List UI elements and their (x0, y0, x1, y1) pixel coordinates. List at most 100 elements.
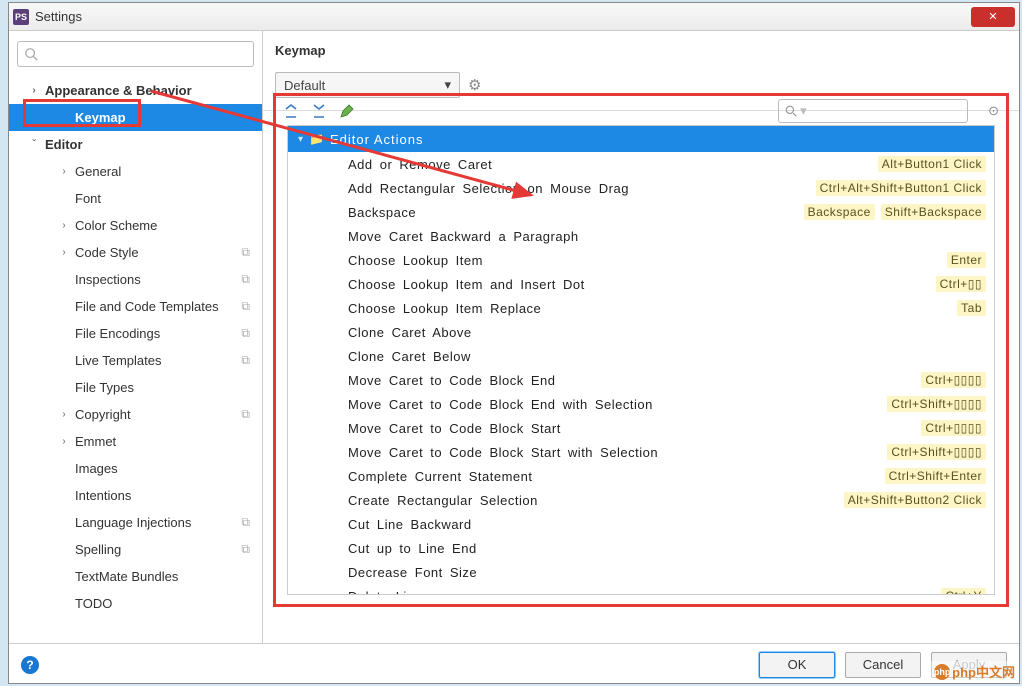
help-icon[interactable]: ? (21, 656, 39, 674)
action-name: Move Caret to Code Block End with Select… (348, 397, 887, 412)
sidebar-item-color-scheme[interactable]: ›Color Scheme (9, 212, 262, 239)
action-row[interactable]: Move Caret to Code Block End with Select… (288, 392, 994, 416)
sidebar-item-code-style[interactable]: ›Code Style⧉ (9, 239, 262, 266)
shortcuts: Ctrl+▯▯ (936, 276, 986, 292)
chevron-down-icon: ▾ (298, 134, 303, 145)
sidebar-item-label: File Encodings (75, 326, 160, 341)
scope-icon: ⧉ (241, 245, 250, 260)
expand-all-icon[interactable] (283, 103, 299, 119)
sidebar-item-label: Live Templates (75, 353, 161, 368)
collapse-all-icon[interactable] (311, 103, 327, 119)
action-row[interactable]: Clone Caret Below (288, 344, 994, 368)
find-action-by-shortcut-icon[interactable]: ⊙ (988, 103, 999, 119)
action-name: Cut Line Backward (348, 517, 986, 532)
shortcuts: Tab (957, 300, 986, 316)
action-row[interactable]: Cut Line Backward (288, 512, 994, 536)
action-row[interactable]: BackspaceBackspaceShift+Backspace (288, 200, 994, 224)
cancel-button[interactable]: Cancel (845, 652, 921, 678)
shortcut-badge: Backspace (804, 204, 875, 220)
sidebar-search-input[interactable] (17, 41, 254, 67)
action-name: Add or Remove Caret (348, 157, 878, 172)
sidebar-item-label: Spelling (75, 542, 121, 557)
settings-tree[interactable]: ›Appearance & Behavior Keymap ˇEditor›Gene… (9, 77, 262, 643)
gear-icon[interactable]: ⚙ (468, 76, 481, 94)
sidebar-item-textmate-bundles[interactable]: TextMate Bundles (9, 563, 262, 590)
shortcut-badge: Ctrl+▯▯▯▯ (921, 420, 986, 436)
chevron-icon: › (59, 436, 69, 447)
action-name: Delete Line (348, 589, 941, 596)
action-row[interactable]: Choose Lookup ItemEnter (288, 248, 994, 272)
actions-filter-input[interactable]: ▾ (778, 99, 968, 123)
sidebar-item-copyright[interactable]: › Copyright ⧉ (9, 401, 262, 428)
action-name: Cut up to Line End (348, 541, 986, 556)
shortcut-badge: Ctrl+Alt+Shift+Button1 Click (816, 180, 986, 196)
sidebar-item-spelling[interactable]: Spelling ⧉ (9, 536, 262, 563)
edit-shortcut-icon[interactable] (339, 103, 355, 119)
keymap-scheme-select[interactable]: Default ▾ (275, 72, 460, 98)
window-title: Settings (35, 9, 971, 24)
sidebar-item-language-injections[interactable]: Language Injections⧉ (9, 509, 262, 536)
action-row[interactable]: Choose Lookup Item ReplaceTab (288, 296, 994, 320)
scope-icon: ⧉ (241, 542, 250, 557)
shortcut-badge: Ctrl+Shift+Enter (885, 468, 986, 484)
sidebar-item-images[interactable]: Images (9, 455, 262, 482)
action-row[interactable]: Complete Current StatementCtrl+Shift+Ent… (288, 464, 994, 488)
page-title: Keymap (263, 31, 1019, 64)
shortcuts: Ctrl+Y (941, 588, 986, 595)
shortcut-badge: Ctrl+Shift+▯▯▯▯ (887, 444, 986, 460)
dialog-footer: ? OK Cancel Apply (9, 643, 1019, 685)
action-name: Complete Current Statement (348, 469, 885, 484)
action-row[interactable]: Delete LineCtrl+Y (288, 584, 994, 595)
sidebar-item-label: Copyright (75, 407, 131, 422)
sidebar-item-editor[interactable]: ˇEditor (9, 131, 262, 158)
action-name: Move Caret to Code Block Start with Sele… (348, 445, 887, 460)
titlebar: PS Settings (9, 3, 1019, 31)
sidebar-item-label: TextMate Bundles (75, 569, 178, 584)
sidebar-item-live-templates[interactable]: Live Templates⧉ (9, 347, 262, 374)
action-row[interactable]: Move Caret to Code Block StartCtrl+▯▯▯▯ (288, 416, 994, 440)
action-row[interactable]: Add or Remove CaretAlt+Button1 Click (288, 152, 994, 176)
sidebar-item-label: Intentions (75, 488, 131, 503)
sidebar-item-file-types[interactable]: File Types (9, 374, 262, 401)
sidebar-item-file-encodings[interactable]: File Encodings ⧉ (9, 320, 262, 347)
sidebar-item-appearance-behavior[interactable]: ›Appearance & Behavior (9, 77, 262, 104)
chevron-icon: › (59, 220, 69, 231)
shortcut-badge: Tab (957, 300, 986, 316)
action-row[interactable]: Decrease Font Size (288, 560, 994, 584)
shortcuts: Ctrl+Shift+Enter (885, 468, 986, 484)
action-row[interactable]: Move Caret Backward a Paragraph (288, 224, 994, 248)
action-row[interactable]: Move Caret to Code Block EndCtrl+▯▯▯▯ (288, 368, 994, 392)
sidebar-item-todo[interactable]: TODO (9, 590, 262, 617)
action-row[interactable]: Add Rectangular Selection on Mouse DragC… (288, 176, 994, 200)
shortcut-badge: Enter (947, 252, 986, 268)
chevron-icon: ˇ (29, 139, 39, 150)
action-name: Choose Lookup Item Replace (348, 301, 957, 316)
action-row[interactable]: Create Rectangular SelectionAlt+Shift+Bu… (288, 488, 994, 512)
close-icon[interactable] (971, 7, 1015, 27)
sidebar-item-label: Inspections (75, 272, 141, 287)
app-icon: PS (13, 9, 29, 25)
action-name: Create Rectangular Selection (348, 493, 844, 508)
actions-list[interactable]: ▾ 📁 Editor Actions Add or Remove CaretAl… (287, 125, 995, 595)
action-name: Add Rectangular Selection on Mouse Drag (348, 181, 816, 196)
ok-button[interactable]: OK (759, 652, 835, 678)
scope-icon: ⧉ (241, 326, 250, 341)
scheme-value: Default (284, 78, 325, 93)
sidebar-item-label: Keymap (75, 110, 126, 125)
shortcut-badge: Ctrl+▯▯▯▯ (921, 372, 986, 388)
sidebar-item-file-and-code-templates[interactable]: File and Code Templates⧉ (9, 293, 262, 320)
scope-icon: ⧉ (241, 407, 250, 422)
action-row[interactable]: Clone Caret Above (288, 320, 994, 344)
sidebar-item-inspections[interactable]: Inspections⧉ (9, 266, 262, 293)
sidebar-item-font[interactable]: Font (9, 185, 262, 212)
sidebar-item-intentions[interactable]: Intentions (9, 482, 262, 509)
action-row[interactable]: Cut up to Line End (288, 536, 994, 560)
chevron-icon: › (59, 409, 69, 420)
action-row[interactable]: Choose Lookup Item and Insert DotCtrl+▯▯ (288, 272, 994, 296)
sidebar-item-emmet[interactable]: ›Emmet (9, 428, 262, 455)
sidebar-item-general[interactable]: ›General (9, 158, 262, 185)
action-name: Clone Caret Below (348, 349, 986, 364)
group-header-editor-actions[interactable]: ▾ 📁 Editor Actions (288, 126, 994, 152)
action-row[interactable]: Move Caret to Code Block Start with Sele… (288, 440, 994, 464)
sidebar-item-keymap[interactable]: Keymap (9, 104, 262, 131)
